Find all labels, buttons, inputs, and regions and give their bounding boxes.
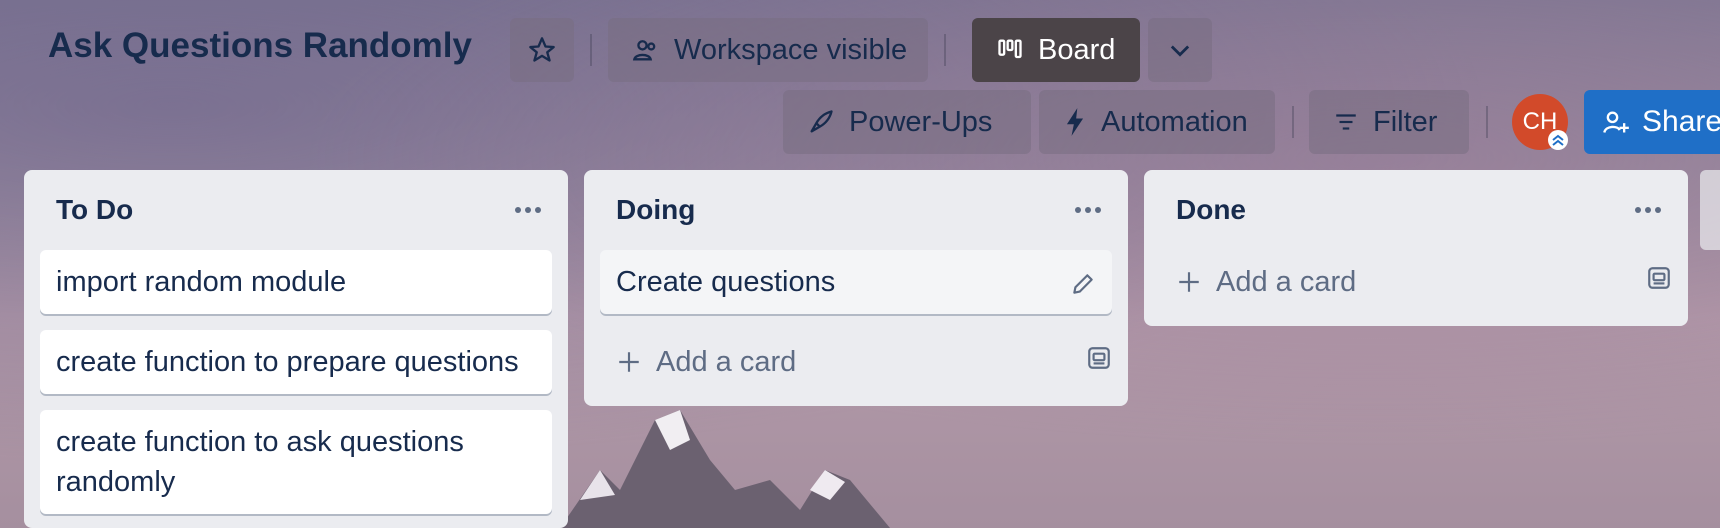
card-title: Create questions: [616, 266, 836, 298]
board-view-label: Board: [1038, 33, 1116, 66]
automation-label: Automation: [1101, 105, 1248, 138]
header-divider: [1292, 106, 1294, 138]
add-card-label: Add a card: [1216, 265, 1357, 298]
filter-label: Filter: [1373, 105, 1438, 138]
filter-button[interactable]: Filter: [1309, 90, 1469, 154]
more-icon: [1635, 207, 1661, 213]
powerups-label: Power-Ups: [849, 105, 993, 138]
board-title[interactable]: Ask Questions Randomly: [48, 26, 472, 66]
list-menu-button[interactable]: [1066, 190, 1110, 230]
list-header: Doing: [584, 170, 1128, 250]
create-from-template-button[interactable]: [1086, 345, 1112, 379]
card[interactable]: create function to ask questions randoml…: [40, 410, 552, 514]
add-card-row: Add a card: [584, 330, 1128, 394]
next-list-edge: [1700, 170, 1720, 250]
add-card-button[interactable]: Add a card: [616, 346, 796, 379]
mountain-background: [560, 410, 890, 528]
list-header: Done: [1144, 170, 1688, 250]
lightning-icon: [1066, 108, 1084, 136]
list-header: To Do: [24, 170, 568, 250]
edit-card-button[interactable]: [1070, 268, 1096, 308]
pencil-icon: [1073, 274, 1093, 294]
admin-badge-icon: [1548, 130, 1568, 150]
rocket-icon: [810, 110, 833, 133]
add-card-label: Add a card: [656, 345, 797, 378]
share-label: Share: [1642, 105, 1720, 138]
plus-icon: [619, 352, 639, 372]
card[interactable]: Create questions: [600, 250, 1112, 314]
visibility-label: Workspace visible: [674, 33, 908, 66]
share-button[interactable]: Share: [1584, 90, 1720, 154]
header-divider: [590, 34, 592, 66]
template-icon: [1648, 267, 1670, 289]
board-view-button[interactable]: Board: [972, 18, 1140, 82]
people-icon: [632, 40, 656, 61]
list-title[interactable]: Done: [1176, 194, 1246, 226]
powerups-button[interactable]: Power-Ups: [783, 90, 1031, 154]
header-divider: [944, 34, 946, 66]
plus-icon: [1179, 272, 1199, 292]
card[interactable]: create function to prepare questions: [40, 330, 552, 394]
more-icon: [1075, 207, 1101, 213]
list-done: Done Add a card: [1144, 170, 1688, 326]
list-title[interactable]: Doing: [616, 194, 695, 226]
card[interactable]: import random module: [40, 250, 552, 314]
list-todo: To Do import random module create functi…: [24, 170, 568, 528]
view-dropdown-button[interactable]: [1148, 18, 1212, 82]
board-icon: [998, 39, 1022, 59]
automation-button[interactable]: Automation: [1039, 90, 1275, 154]
list-title[interactable]: To Do: [56, 194, 133, 226]
create-from-template-button[interactable]: [1646, 265, 1672, 299]
filter-icon: [1336, 114, 1356, 130]
add-user-icon: [1603, 111, 1629, 133]
header-divider: [1486, 106, 1488, 138]
chevron-down-icon: [1170, 45, 1190, 57]
star-button[interactable]: [510, 18, 574, 82]
list-doing: Doing Create questions Add a card: [584, 170, 1128, 406]
visibility-button[interactable]: Workspace visible: [608, 18, 928, 82]
add-card-button[interactable]: Add a card: [1176, 266, 1356, 299]
list-menu-button[interactable]: [1626, 190, 1670, 230]
add-card-row: Add a card: [1144, 250, 1688, 314]
template-icon: [1088, 347, 1110, 369]
list-menu-button[interactable]: [506, 190, 550, 230]
star-icon: [529, 37, 555, 62]
more-icon: [515, 207, 541, 213]
